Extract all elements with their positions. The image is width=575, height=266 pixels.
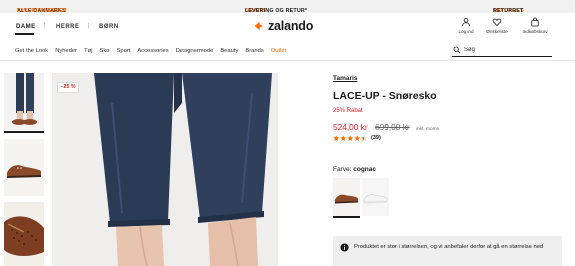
cart-label: Indkøbskurv xyxy=(522,29,548,34)
login-button[interactable]: Log ind xyxy=(451,17,481,34)
cart-button[interactable]: Indkøbskurv xyxy=(520,17,550,34)
current-price: 524,00 kr xyxy=(333,122,368,132)
rating-stars[interactable]: (39) xyxy=(333,135,381,142)
nav-item-accessories[interactable]: Accessories xyxy=(137,48,168,54)
color-swatch-cognac[interactable] xyxy=(333,178,360,216)
original-price: 699,00 kr xyxy=(375,122,410,132)
tab-herre[interactable]: HERRE xyxy=(56,24,80,30)
promo-bar: ALLE DANMARKS FAVORITMÆRKER GRATIS LEVER… xyxy=(0,0,575,14)
tab-born[interactable]: BØRN xyxy=(99,24,119,30)
nav-item-nyheder[interactable]: Nyheder xyxy=(55,48,77,54)
login-label: Log ind xyxy=(458,29,474,34)
product-title: LACE-UP - Snøresko xyxy=(333,90,437,102)
size-advice-text: Produktet er stor i størrelsen, og vi an… xyxy=(354,244,544,250)
thumbnail-shoe-side-image xyxy=(7,165,41,178)
search-bar xyxy=(452,44,552,57)
nav-item-sko[interactable]: Sko xyxy=(100,48,110,54)
brand-link[interactable]: Tamaris xyxy=(333,75,357,82)
nav-item-brands[interactable]: Brands xyxy=(245,48,263,54)
bag-icon xyxy=(531,17,539,27)
star-icon xyxy=(354,135,361,142)
star-icon xyxy=(340,135,347,142)
star-icon xyxy=(347,135,354,142)
active-tab-indicator xyxy=(15,33,34,35)
wishlist-button[interactable]: Ønskeliste xyxy=(482,17,512,34)
search-input[interactable] xyxy=(464,45,549,55)
white-shoe-image xyxy=(363,194,388,204)
zalando-logo-icon xyxy=(254,21,264,31)
selected-color: cognac xyxy=(353,166,376,173)
header-divider xyxy=(0,60,575,61)
wishlist-label: Ønskeliste xyxy=(486,29,508,34)
heart-icon xyxy=(492,18,502,27)
half-star-icon xyxy=(361,135,368,142)
vat-note: inkl. moms xyxy=(416,127,440,132)
swatch-active-indicator xyxy=(333,216,360,218)
user-icon xyxy=(462,17,470,27)
category-nav: Get the Look Nyheder Tøj Sko Sport Acces… xyxy=(15,48,293,54)
size-advice-notice: Produktet er stor i størrelsen, og vi an… xyxy=(333,236,562,266)
zalando-logo[interactable]: zalando xyxy=(253,19,313,33)
logo-text: zalando xyxy=(268,19,314,33)
thumbnail-2[interactable] xyxy=(4,139,44,196)
tab-dame[interactable]: DAME xyxy=(16,24,36,30)
star-icon xyxy=(333,135,340,142)
discount-label: 25% Rabat xyxy=(333,108,363,114)
rating-count: (39) xyxy=(371,135,381,142)
nav-item-toj[interactable]: Tøj xyxy=(84,48,92,54)
color-label: Farve: cognac xyxy=(333,166,376,173)
thumbnail-legs-image xyxy=(12,73,37,125)
nav-item-sport[interactable]: Sport xyxy=(117,48,131,54)
search-icon[interactable] xyxy=(453,46,461,54)
thumbnail-active-indicator xyxy=(4,131,44,133)
tab-separator: | xyxy=(44,23,46,29)
main-product-image[interactable] xyxy=(52,73,278,266)
color-swatch-white[interactable] xyxy=(362,178,389,216)
jeans-legs-illustration xyxy=(94,73,272,266)
nav-item-get-the-look[interactable]: Get the Look xyxy=(15,48,48,54)
nav-item-designermode[interactable]: Designermode xyxy=(176,48,214,54)
thumbnail-shoe-detail-image xyxy=(4,216,44,256)
nav-item-outlet[interactable]: Outlet xyxy=(271,48,286,54)
thumbnail-1[interactable] xyxy=(4,73,44,130)
cognac-shoe-image xyxy=(335,194,358,204)
info-icon xyxy=(340,243,349,252)
nav-item-beauty[interactable]: Beauty xyxy=(220,48,238,54)
discount-badge: −25 % xyxy=(57,82,79,93)
price-row: 524,00 kr 699,00 kr inkl. moms xyxy=(333,117,439,135)
thumbnail-3[interactable] xyxy=(4,202,44,266)
tab-separator: | xyxy=(88,23,90,29)
